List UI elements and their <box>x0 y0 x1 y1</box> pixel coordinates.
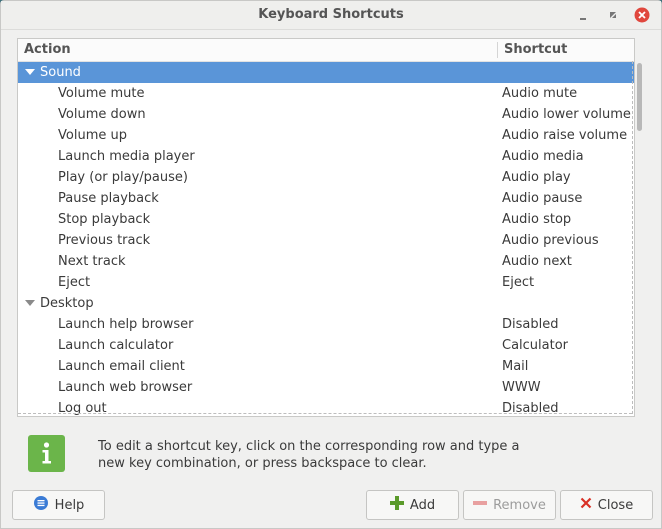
shortcut-row[interactable]: Play (or play/pause) Audio play <box>18 167 634 188</box>
tree-column-edge <box>632 61 633 414</box>
shortcut-row[interactable]: Next track Audio next <box>18 251 634 272</box>
expander-arrow-icon[interactable] <box>25 300 35 306</box>
shortcut-action: Launch calculator <box>58 338 174 353</box>
shortcut-action: Volume down <box>58 107 146 122</box>
shortcut-row[interactable]: Log out Disabled <box>18 398 634 416</box>
expander-arrow-icon[interactable] <box>25 69 35 75</box>
shortcut-key: Audio next <box>502 254 572 269</box>
shortcut-key: WWW <box>502 380 541 395</box>
shortcut-key: Audio pause <box>502 191 583 206</box>
shortcut-row[interactable]: Launch help browser Disabled <box>18 314 634 335</box>
shortcut-row[interactable]: Launch calculator Calculator <box>18 335 634 356</box>
help-button-label: Help <box>54 497 85 513</box>
window-title: Keyboard Shortcuts <box>258 7 404 22</box>
tree-group-label: Desktop <box>40 296 94 311</box>
shortcut-key: Audio lower volume <box>502 107 631 122</box>
shortcut-key: Audio raise volume <box>502 128 628 143</box>
info-message-line-1: To edit a shortcut key, click on the cor… <box>98 439 520 454</box>
add-button-label: Add <box>409 497 436 513</box>
close-icon <box>580 497 592 513</box>
close-button[interactable]: Close <box>560 490 653 520</box>
shortcut-action: Launch media player <box>58 149 195 164</box>
shortcut-row[interactable]: Volume down Audio lower volume <box>18 104 634 125</box>
info-message-line-2: new key combination, or press backspace … <box>98 456 427 471</box>
keyboard-shortcuts-window: Keyboard Shortcuts Action Shortcut Sound… <box>0 0 662 529</box>
shortcut-row[interactable]: Launch web browser WWW <box>18 377 634 398</box>
tree-group-row[interactable]: Sound <box>18 62 634 83</box>
shortcut-action: Log out <box>58 401 107 416</box>
window-close-button[interactable] <box>632 5 652 25</box>
shortcut-row[interactable]: Pause playback Audio pause <box>18 188 634 209</box>
shortcut-key: Disabled <box>502 317 559 332</box>
shortcut-key: Audio previous <box>502 233 599 248</box>
minus-icon <box>473 496 488 514</box>
shortcut-action: Stop playback <box>58 212 151 227</box>
shortcut-key: Audio media <box>502 149 584 164</box>
shortcut-key: Audio play <box>502 170 571 185</box>
shortcut-key: Calculator <box>502 338 569 353</box>
column-header-shortcut[interactable]: Shortcut <box>504 42 567 57</box>
shortcut-row[interactable]: Launch media player Audio media <box>18 146 634 167</box>
shortcut-row[interactable]: Volume up Audio raise volume <box>18 125 634 146</box>
shortcut-key: Disabled <box>502 401 559 416</box>
shortcut-action: Next track <box>58 254 126 269</box>
maximize-icon <box>610 12 616 18</box>
shortcut-key: Audio mute <box>502 86 578 101</box>
shortcut-action: Play (or play/pause) <box>58 170 188 185</box>
add-button[interactable]: Add <box>366 490 459 520</box>
minimize-button[interactable] <box>573 5 593 25</box>
shortcut-key: Mail <box>502 359 529 374</box>
shortcuts-tree[interactable]: Action Shortcut Sound Volume mute Audio mu… <box>17 38 635 417</box>
shortcut-key: Audio stop <box>502 212 572 227</box>
tree-group-label: Sound <box>40 65 81 80</box>
shortcut-row[interactable]: Volume mute Audio mute <box>18 83 634 104</box>
tree-bottom-edge <box>18 413 632 414</box>
shortcut-action: Volume up <box>58 128 127 143</box>
remove-button[interactable]: Remove <box>463 490 556 520</box>
info-message: To edit a shortcut key, click on the cor… <box>98 438 578 472</box>
column-separator[interactable] <box>497 42 498 58</box>
shortcut-row[interactable]: Stop playback Audio stop <box>18 209 634 230</box>
shortcut-row[interactable]: Eject Eject <box>18 272 634 293</box>
shortcut-action: Pause playback <box>58 191 159 206</box>
column-header-action[interactable]: Action <box>24 42 71 57</box>
plus-icon <box>389 496 404 514</box>
shortcut-action: Launch email client <box>58 359 185 374</box>
help-button[interactable]: Help <box>12 490 105 520</box>
tree-scrollbar-thumb[interactable] <box>637 63 642 131</box>
tree-header: Action Shortcut <box>18 39 634 62</box>
shortcut-row[interactable]: Launch email client Mail <box>18 356 634 377</box>
remove-button-label: Remove <box>493 497 546 513</box>
shortcut-action: Launch help browser <box>58 317 194 332</box>
close-button-label: Close <box>597 497 634 513</box>
shortcut-row[interactable]: Previous track Audio previous <box>18 230 634 251</box>
title-bar[interactable]: Keyboard Shortcuts <box>1 1 661 30</box>
shortcut-action: Launch web browser <box>58 380 193 395</box>
help-icon <box>33 495 49 515</box>
shortcut-key: Eject <box>502 275 535 290</box>
tree-group-row[interactable]: Desktop <box>18 293 634 314</box>
maximize-button[interactable] <box>603 5 623 25</box>
minimize-icon <box>580 18 586 20</box>
info-icon <box>28 435 65 472</box>
window-close-icon <box>634 7 650 23</box>
shortcut-action: Eject <box>58 275 91 290</box>
tree-rows: Sound Volume mute Audio mute Volume down Aud… <box>18 62 634 416</box>
shortcut-action: Volume mute <box>58 86 145 101</box>
shortcut-action: Previous track <box>58 233 151 248</box>
